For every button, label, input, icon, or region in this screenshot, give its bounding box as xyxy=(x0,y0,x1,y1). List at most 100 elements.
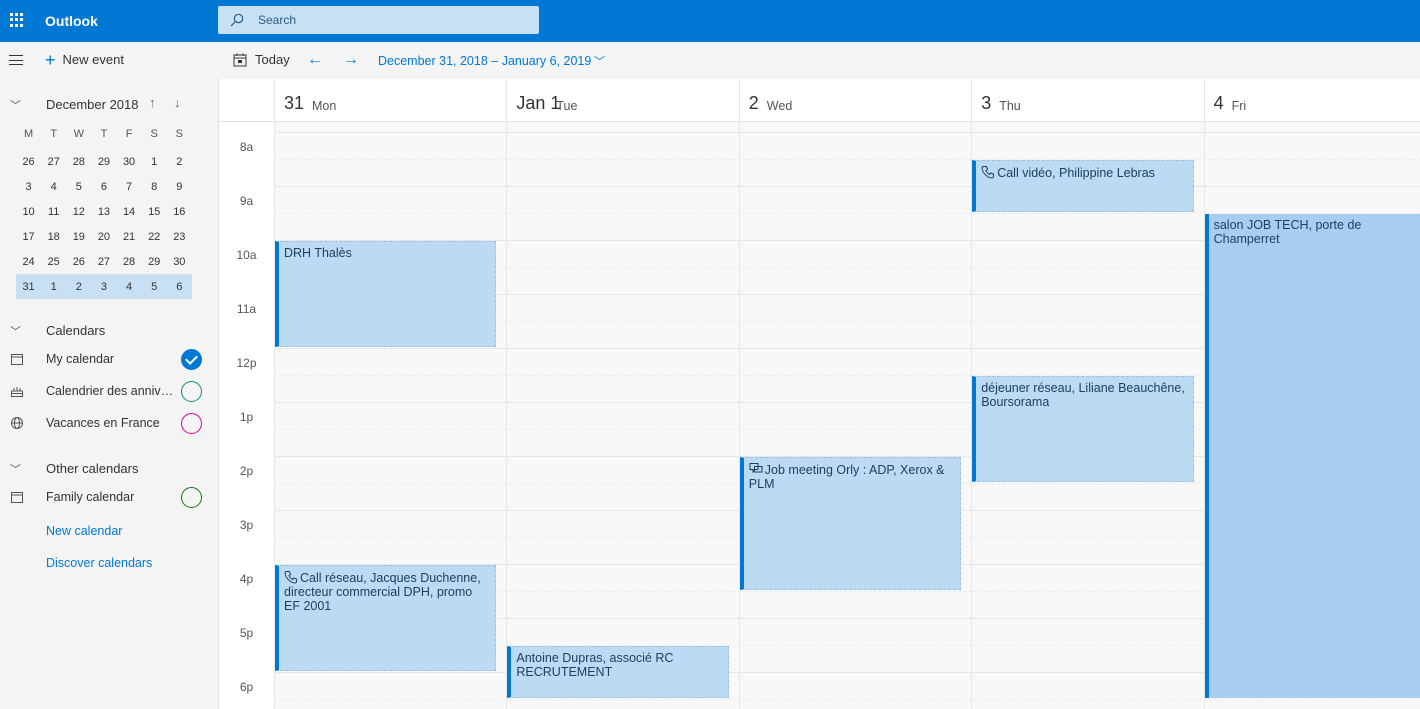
new-event-button[interactable]: + New event xyxy=(45,49,124,70)
other-calendars-section-header[interactable]: ﹀ Other calendars xyxy=(0,459,218,479)
calendar-event[interactable]: déjeuner réseau, Liliane Beauchêne, Bour… xyxy=(972,376,1194,482)
mini-calendar-day[interactable]: 7 xyxy=(117,181,142,193)
calendar-item[interactable]: Family calendar xyxy=(0,486,218,510)
calendar-event[interactable]: Antoine Dupras, associé RC RECRUTEMENT xyxy=(507,646,729,698)
calendar-toggle[interactable] xyxy=(181,487,202,508)
day-number: 2 xyxy=(748,93,759,113)
mini-calendar-day[interactable]: 31 xyxy=(16,281,41,293)
mini-calendar-day[interactable]: 16 xyxy=(167,206,192,218)
mini-calendar-day[interactable]: 24 xyxy=(16,256,41,268)
app-launcher-icon[interactable] xyxy=(10,13,24,27)
next-month-arrow-icon[interactable]: ↓ xyxy=(174,95,181,110)
mini-calendar-day[interactable]: 26 xyxy=(16,156,41,168)
time-column: 8a 9a 10a 11a 12p 1p 2p 3p 4p 5p 6p xyxy=(219,122,274,709)
mini-calendar-day[interactable]: 30 xyxy=(167,256,192,268)
weekday-label: S xyxy=(150,128,158,140)
mini-calendar-day[interactable]: 3 xyxy=(16,181,41,193)
mini-calendar-day[interactable]: 23 xyxy=(167,231,192,243)
hamburger-menu-icon[interactable] xyxy=(9,55,23,65)
mini-calendar-week[interactable]: 17 18 19 20 21 22 23 xyxy=(16,224,192,249)
mini-calendar-weekdays: MTWTFSS xyxy=(16,128,192,140)
date-range-selector[interactable]: December 31, 2018 – January 6, 2019 xyxy=(378,54,591,68)
previous-week-arrow-icon[interactable]: ← xyxy=(307,51,323,69)
mini-calendar-day[interactable]: 12 xyxy=(66,206,91,218)
app-title[interactable]: Outlook xyxy=(45,13,98,29)
mini-calendar-week[interactable]: 31 1 2 3 4 5 6 xyxy=(16,274,192,299)
calendar-event[interactable]: Call réseau, Jacques Duchenne, directeur… xyxy=(275,565,497,671)
mini-calendar-day[interactable]: 2 xyxy=(66,281,91,293)
day-header[interactable]: 31 Mon xyxy=(274,79,507,122)
phone-icon xyxy=(284,571,297,584)
mini-calendar-day[interactable]: 25 xyxy=(41,256,66,268)
discover-calendars-link[interactable]: Discover calendars xyxy=(46,556,152,570)
mini-calendar-day[interactable]: 29 xyxy=(91,156,116,168)
next-week-arrow-icon[interactable]: → xyxy=(343,51,359,69)
mini-calendar-day[interactable]: 28 xyxy=(66,156,91,168)
calendar-item[interactable]: My calendar xyxy=(0,348,218,372)
mini-calendar-day[interactable]: 5 xyxy=(66,181,91,193)
new-calendar-link[interactable]: New calendar xyxy=(46,524,122,538)
mini-calendar-day[interactable]: 27 xyxy=(41,156,66,168)
collapse-chevron-icon[interactable]: ﹀ xyxy=(10,323,21,339)
mini-calendar-day[interactable]: 6 xyxy=(91,181,116,193)
mini-calendar-day[interactable]: 18 xyxy=(41,231,66,243)
mini-calendar-day[interactable]: 29 xyxy=(142,256,167,268)
mini-calendar-day[interactable]: 27 xyxy=(91,256,116,268)
mini-calendar-day[interactable]: 22 xyxy=(142,231,167,243)
mini-calendar-day[interactable]: 30 xyxy=(117,156,142,168)
weekday-label: T xyxy=(50,128,58,140)
calendar-checked-toggle[interactable] xyxy=(181,349,202,370)
mini-calendar-day[interactable]: 1 xyxy=(41,281,66,293)
mini-calendar-day[interactable]: 5 xyxy=(142,281,167,293)
day-header[interactable]: 3 Thu xyxy=(971,79,1204,122)
collapse-chevron-icon[interactable]: ﹀ xyxy=(10,97,21,113)
calendar-event[interactable]: Call vidéo, Philippine Lebras xyxy=(972,160,1194,212)
mini-calendar-day[interactable]: 13 xyxy=(91,206,116,218)
mini-calendar-day[interactable]: 10 xyxy=(16,206,41,218)
mini-calendar-day[interactable]: 14 xyxy=(117,206,142,218)
mini-calendar-day[interactable]: 19 xyxy=(66,231,91,243)
mini-calendar-week[interactable]: 3456789 xyxy=(16,174,192,199)
weekday-label: S xyxy=(175,128,183,140)
calendar-toggle[interactable] xyxy=(181,381,202,402)
mini-calendar-day[interactable]: 3 xyxy=(91,281,116,293)
today-button[interactable]: Today xyxy=(233,52,290,67)
mini-calendar-week[interactable]: 24 25 26 27 28 29 30 xyxy=(16,249,192,274)
mini-calendar-day[interactable]: 9 xyxy=(167,181,192,193)
collapse-chevron-icon[interactable]: ﹀ xyxy=(10,461,21,477)
calendar-event[interactable]: salon JOB TECH, porte de Champerret xyxy=(1204,214,1420,698)
mini-calendar-day[interactable]: 28 xyxy=(117,256,142,268)
mini-calendar-day[interactable]: 20 xyxy=(91,231,116,243)
day-header[interactable]: Jan 1 Tue xyxy=(506,79,739,122)
calendar-item[interactable]: Calendrier des anniversaires xyxy=(0,380,218,404)
search-box[interactable]: Search xyxy=(218,6,539,34)
calendar-event[interactable]: DRH Thalès xyxy=(275,241,497,347)
mini-calendar-day[interactable]: 1 xyxy=(142,156,167,168)
calendar-toggle[interactable] xyxy=(181,413,202,434)
mini-calendar-day[interactable]: 4 xyxy=(117,281,142,293)
mini-calendar-day[interactable]: 2 xyxy=(167,156,192,168)
mini-calendar-month[interactable]: December 2018 xyxy=(46,97,139,112)
chevron-down-icon[interactable]: ﹀ xyxy=(594,53,605,69)
day-name: Tue xyxy=(556,99,578,113)
mini-calendar-day[interactable]: 11 xyxy=(41,206,66,218)
previous-month-arrow-icon[interactable]: ↑ xyxy=(149,95,156,110)
mini-calendar-week[interactable]: 10 11 12 13 14 15 16 xyxy=(16,199,192,224)
mini-calendar-week[interactable]: 26 27 28 29 30 1 2 xyxy=(16,149,192,174)
day-header[interactable]: 2 Wed xyxy=(738,79,972,122)
mini-calendar-day[interactable]: 15 xyxy=(142,206,167,218)
calendar-item[interactable]: Vacances en France xyxy=(0,412,218,436)
mini-calendar-day[interactable]: 6 xyxy=(167,281,192,293)
search-icon xyxy=(230,13,244,27)
day-header[interactable]: 4 Fri xyxy=(1203,79,1420,122)
mini-calendar-day[interactable]: 26 xyxy=(66,256,91,268)
mini-calendar-day[interactable]: 8 xyxy=(142,181,167,193)
calendar-event[interactable]: Job meeting Orly : ADP, Xerox & PLM xyxy=(739,457,962,590)
mini-calendar-day[interactable]: 4 xyxy=(41,181,66,193)
mini-calendar-day[interactable]: 17 xyxy=(16,231,41,243)
plus-icon: + xyxy=(45,49,56,70)
day-name: Thu xyxy=(999,99,1021,113)
day-number: 4 xyxy=(1213,93,1224,113)
calendars-section-header[interactable]: ﹀ Calendars xyxy=(0,321,218,341)
mini-calendar-day[interactable]: 21 xyxy=(117,231,142,243)
